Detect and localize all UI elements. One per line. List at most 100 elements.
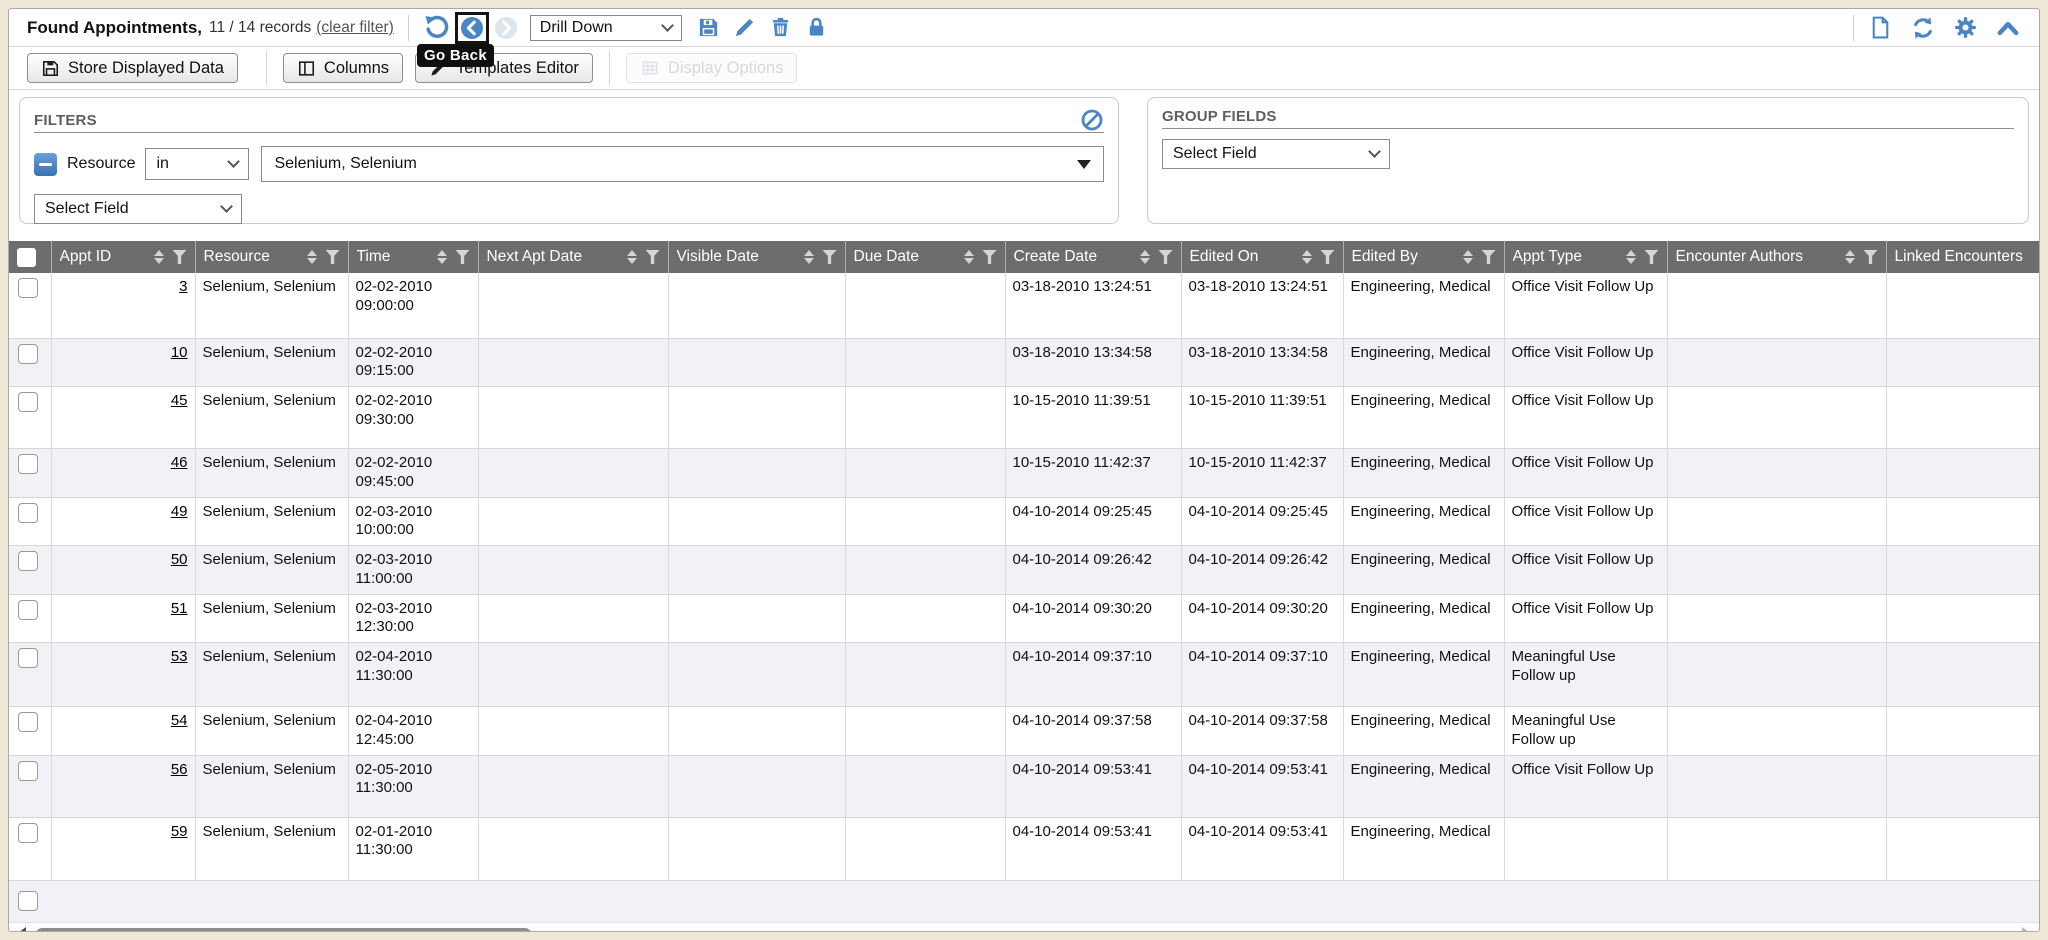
filter-funnel-icon[interactable]: [173, 250, 187, 264]
appt-id-link[interactable]: 59: [171, 823, 188, 840]
column-header-label: Due Date: [854, 248, 919, 266]
row-checkbox[interactable]: [18, 712, 38, 732]
filter-funnel-icon[interactable]: [326, 250, 340, 264]
filter-funnel-icon[interactable]: [983, 250, 997, 264]
remove-filter-icon[interactable]: [34, 153, 57, 176]
filter-funnel-icon[interactable]: [1645, 250, 1659, 264]
sort-icon[interactable]: [1845, 250, 1855, 264]
appt-id-link[interactable]: 45: [171, 392, 188, 409]
drill-down-select[interactable]: Drill Down: [530, 15, 682, 41]
go-back-icon: [460, 16, 484, 40]
go-forward-icon[interactable]: [494, 16, 518, 40]
sort-icon[interactable]: [1140, 250, 1150, 264]
appt-id-link[interactable]: 54: [171, 712, 188, 729]
filter-operator-select[interactable]: in: [145, 148, 249, 180]
sort-icon[interactable]: [307, 250, 317, 264]
add-filter-field-select[interactable]: Select Field: [34, 194, 242, 224]
appt-id-link[interactable]: 53: [171, 648, 188, 665]
sort-icon[interactable]: [1463, 250, 1473, 264]
column-header[interactable]: Time: [348, 241, 478, 273]
column-header[interactable]: Resource: [195, 241, 348, 273]
scroll-left-arrow-icon[interactable]: [15, 927, 26, 933]
group-field-select[interactable]: Select Field: [1162, 139, 1390, 169]
linked-encounters-cell: [1886, 338, 2039, 387]
lock-icon[interactable]: [805, 16, 828, 39]
sort-icon[interactable]: [437, 250, 447, 264]
save-icon[interactable]: [697, 16, 720, 39]
due-date-cell: [845, 594, 1005, 643]
column-header[interactable]: [9, 241, 51, 273]
filter-funnel-icon[interactable]: [1159, 250, 1173, 264]
column-header[interactable]: Appt ID: [51, 241, 195, 273]
horizontal-scrollbar[interactable]: [9, 923, 2039, 933]
select-all-checkbox[interactable]: [17, 248, 36, 267]
table-row: 53 Selenium, Selenium 02-04-2010 11:30:0…: [9, 643, 2039, 707]
appt-id-cell: 3: [51, 273, 195, 338]
appt-id-link[interactable]: 56: [171, 761, 188, 778]
appt-type-cell: Office Visit Follow Up: [1504, 546, 1667, 595]
sort-icon[interactable]: [804, 250, 814, 264]
row-select-cell: [9, 707, 51, 756]
column-header[interactable]: Edited On: [1181, 241, 1343, 273]
appt-id-cell: 53: [51, 643, 195, 707]
filter-funnel-icon[interactable]: [456, 250, 470, 264]
sort-icon[interactable]: [627, 250, 637, 264]
column-header[interactable]: Next Apt Date: [478, 241, 668, 273]
column-header[interactable]: Linked Encounters: [1886, 241, 2039, 273]
filter-funnel-icon[interactable]: [1864, 250, 1878, 264]
appt-id-link[interactable]: 46: [171, 454, 188, 471]
resource-cell: Selenium, Selenium: [195, 817, 348, 880]
collapse-icon[interactable]: [1995, 15, 2021, 41]
row-checkbox[interactable]: [18, 551, 38, 571]
column-header[interactable]: Encounter Authors: [1667, 241, 1886, 273]
columns-button[interactable]: Columns: [283, 53, 403, 83]
footer-checkbox[interactable]: [18, 891, 38, 911]
go-back-button[interactable]: [455, 12, 489, 44]
sort-icon[interactable]: [964, 250, 974, 264]
column-header[interactable]: Edited By: [1343, 241, 1504, 273]
scroll-right-arrow-icon[interactable]: [2022, 927, 2033, 933]
group-field-value: Select Field: [1173, 145, 1257, 163]
column-header[interactable]: Create Date: [1005, 241, 1181, 273]
cancel-filter-icon[interactable]: [1080, 108, 1104, 132]
sort-icon[interactable]: [1626, 250, 1636, 264]
clear-filter-link[interactable]: (clear filter): [316, 19, 394, 37]
appt-id-link[interactable]: 10: [171, 344, 188, 361]
column-header[interactable]: Due Date: [845, 241, 1005, 273]
gear-icon[interactable]: [1953, 15, 1978, 40]
undo-icon[interactable]: [423, 14, 450, 41]
sort-icon[interactable]: [154, 250, 164, 264]
row-checkbox[interactable]: [18, 392, 38, 412]
delete-icon[interactable]: [769, 16, 792, 39]
refresh-icon[interactable]: [1910, 15, 1936, 41]
store-displayed-data-button[interactable]: Store Displayed Data: [27, 53, 238, 83]
column-header[interactable]: Appt Type: [1504, 241, 1667, 273]
row-checkbox[interactable]: [18, 648, 38, 668]
appt-id-link[interactable]: 49: [171, 503, 188, 520]
row-checkbox[interactable]: [18, 278, 38, 298]
resource-cell: Selenium, Selenium: [195, 546, 348, 595]
row-checkbox[interactable]: [18, 600, 38, 620]
filter-funnel-icon[interactable]: [646, 250, 660, 264]
filter-funnel-icon[interactable]: [1482, 250, 1496, 264]
filter-value-combobox[interactable]: Selenium, Selenium: [261, 146, 1104, 182]
column-header-label: Appt ID: [60, 248, 112, 266]
row-checkbox[interactable]: [18, 503, 38, 523]
filter-funnel-icon[interactable]: [823, 250, 837, 264]
scrollbar-thumb[interactable]: [35, 928, 532, 933]
appt-id-link[interactable]: 3: [179, 278, 187, 295]
new-document-icon[interactable]: [1868, 15, 1893, 40]
row-checkbox[interactable]: [18, 344, 38, 364]
linked-encounters-cell: [1886, 594, 2039, 643]
filter-funnel-icon[interactable]: [1321, 250, 1335, 264]
row-checkbox[interactable]: [18, 761, 38, 781]
row-checkbox[interactable]: [18, 454, 38, 474]
sort-icon[interactable]: [1302, 250, 1312, 264]
appt-id-link[interactable]: 50: [171, 551, 188, 568]
row-checkbox[interactable]: [18, 823, 38, 843]
column-header[interactable]: Visible Date: [668, 241, 845, 273]
table-row: 54 Selenium, Selenium 02-04-2010 12:45:0…: [9, 707, 2039, 756]
edit-icon[interactable]: [733, 16, 756, 39]
appt-id-link[interactable]: 51: [171, 600, 188, 617]
next-apt-date-cell: [478, 449, 668, 498]
